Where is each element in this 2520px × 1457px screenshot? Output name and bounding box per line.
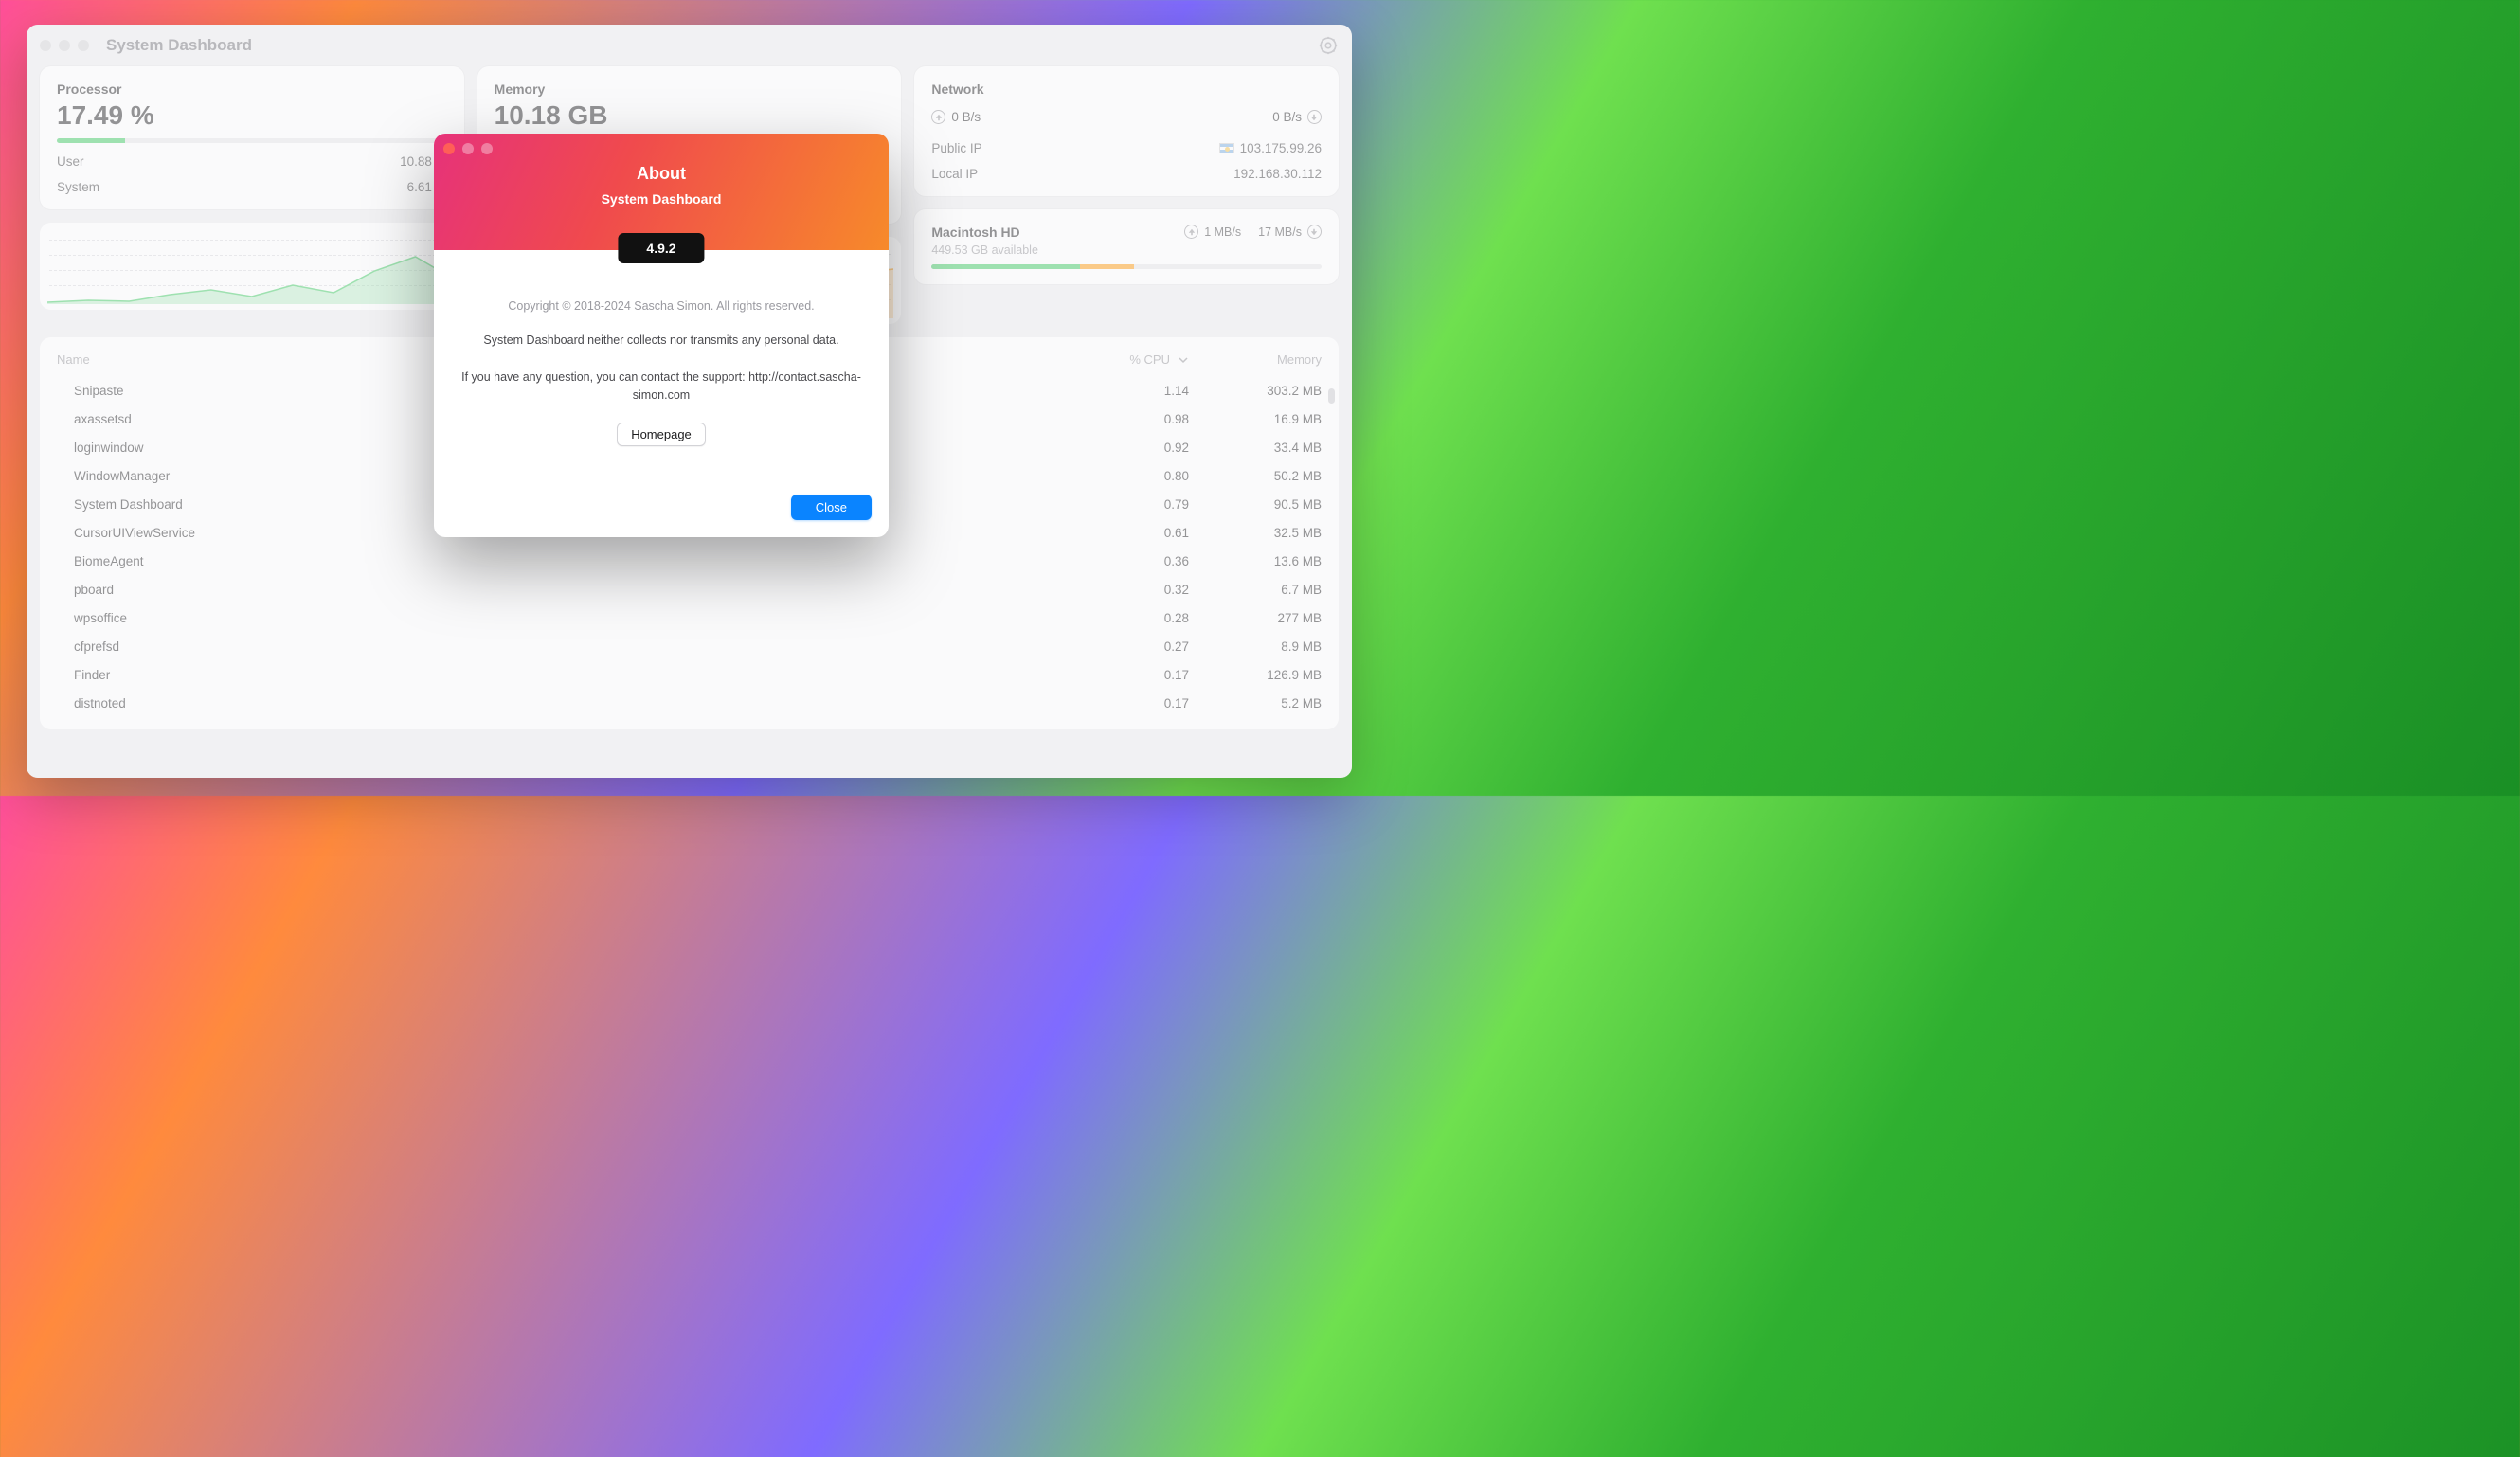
table-row[interactable]: cfprefsd0.278.9 MB <box>57 633 1322 661</box>
local-ip-label: Local IP <box>931 167 978 181</box>
processor-title: Processor <box>57 81 447 97</box>
window-controls <box>40 40 89 51</box>
chevron-down-icon <box>1178 354 1189 366</box>
process-memory: 13.6 MB <box>1189 554 1322 568</box>
processor-system-label: System <box>57 180 99 194</box>
process-name: pboard <box>57 583 1085 597</box>
about-dialog: About System Dashboard 4.9.2 Copyright ©… <box>434 134 889 537</box>
table-row[interactable]: Finder0.17126.9 MB <box>57 661 1322 690</box>
process-cpu: 0.17 <box>1085 668 1189 682</box>
disk-write-icon <box>1307 225 1322 239</box>
download-icon <box>1307 110 1322 124</box>
processor-card: Processor 17.49 % User 10.88 % System 6.… <box>40 66 464 209</box>
about-minimize-window-button <box>462 143 474 154</box>
disk-subtitle: 449.53 GB available <box>931 243 1038 257</box>
network-card: Network 0 B/s 0 B/s <box>914 66 1339 196</box>
process-cpu: 0.79 <box>1085 497 1189 512</box>
process-memory: 126.9 MB <box>1189 668 1322 682</box>
column-cpu[interactable]: % CPU <box>1085 352 1189 367</box>
processor-value: 17.49 % <box>57 100 447 131</box>
about-title: About <box>434 134 889 184</box>
process-cpu: 0.80 <box>1085 469 1189 483</box>
network-up-value: 0 B/s <box>951 110 981 124</box>
process-memory: 8.9 MB <box>1189 639 1322 654</box>
column-memory[interactable]: Memory <box>1189 352 1322 367</box>
process-memory: 90.5 MB <box>1189 497 1322 512</box>
public-ip-value: 103.175.99.26 <box>1240 141 1322 155</box>
close-window-button[interactable] <box>40 40 51 51</box>
process-name: Finder <box>57 668 1085 682</box>
process-cpu: 0.17 <box>1085 696 1189 711</box>
process-name: wpsoffice <box>57 611 1085 625</box>
memory-value: 10.18 GB <box>495 100 885 131</box>
about-subtitle: System Dashboard <box>434 191 889 207</box>
process-memory: 303.2 MB <box>1189 384 1322 398</box>
titlebar: System Dashboard <box>27 25 1352 66</box>
process-cpu: 0.27 <box>1085 639 1189 654</box>
disk-card: Macintosh HD 449.53 GB available 1 MB/s <box>914 209 1339 284</box>
process-memory: 33.4 MB <box>1189 441 1322 455</box>
upload-icon <box>931 110 945 124</box>
process-cpu: 0.98 <box>1085 412 1189 426</box>
process-name: distnoted <box>57 696 1085 711</box>
support-text: If you have any question, you can contac… <box>460 369 862 405</box>
flag-icon <box>1219 143 1234 153</box>
close-button[interactable]: Close <box>791 495 872 520</box>
disk-usage-bar <box>931 264 1322 269</box>
process-memory: 277 MB <box>1189 611 1322 625</box>
table-row[interactable]: BiomeAgent0.3613.6 MB <box>57 548 1322 576</box>
network-title: Network <box>931 81 1322 97</box>
minimize-window-button[interactable] <box>59 40 70 51</box>
process-name: BiomeAgent <box>57 554 1085 568</box>
process-cpu: 1.14 <box>1085 384 1189 398</box>
table-row[interactable]: distnoted0.175.2 MB <box>57 690 1322 718</box>
table-row[interactable]: pboard0.326.7 MB <box>57 576 1322 604</box>
process-cpu: 0.32 <box>1085 583 1189 597</box>
process-memory: 32.5 MB <box>1189 526 1322 540</box>
scrollbar-thumb[interactable] <box>1328 388 1335 404</box>
disk-write-value: 17 MB/s <box>1258 225 1302 239</box>
memory-title: Memory <box>495 81 885 97</box>
disk-read-value: 1 MB/s <box>1204 225 1241 239</box>
settings-icon[interactable] <box>1318 35 1339 56</box>
process-cpu: 0.36 <box>1085 554 1189 568</box>
privacy-text: System Dashboard neither collects nor tr… <box>460 332 862 350</box>
table-row[interactable]: wpsoffice0.28277 MB <box>57 604 1322 633</box>
disk-read-icon <box>1184 225 1198 239</box>
copyright-text: Copyright © 2018-2024 Sascha Simon. All … <box>460 299 862 313</box>
homepage-button[interactable]: Homepage <box>617 423 706 446</box>
network-down-value: 0 B/s <box>1272 110 1302 124</box>
version-badge: 4.9.2 <box>618 233 704 263</box>
local-ip-value: 192.168.30.112 <box>1233 167 1322 181</box>
processor-chart <box>40 223 464 310</box>
processor-bar <box>57 138 447 143</box>
process-cpu: 0.28 <box>1085 611 1189 625</box>
disk-title: Macintosh HD <box>931 225 1038 240</box>
process-memory: 5.2 MB <box>1189 696 1322 711</box>
process-name: cfprefsd <box>57 639 1085 654</box>
process-memory: 50.2 MB <box>1189 469 1322 483</box>
process-memory: 6.7 MB <box>1189 583 1322 597</box>
process-cpu: 0.92 <box>1085 441 1189 455</box>
processor-user-label: User <box>57 154 84 169</box>
about-zoom-window-button <box>481 143 493 154</box>
window-title: System Dashboard <box>106 36 252 55</box>
process-cpu: 0.61 <box>1085 526 1189 540</box>
process-memory: 16.9 MB <box>1189 412 1322 426</box>
public-ip-label: Public IP <box>931 141 981 155</box>
zoom-window-button[interactable] <box>78 40 89 51</box>
about-close-window-button[interactable] <box>443 143 455 154</box>
